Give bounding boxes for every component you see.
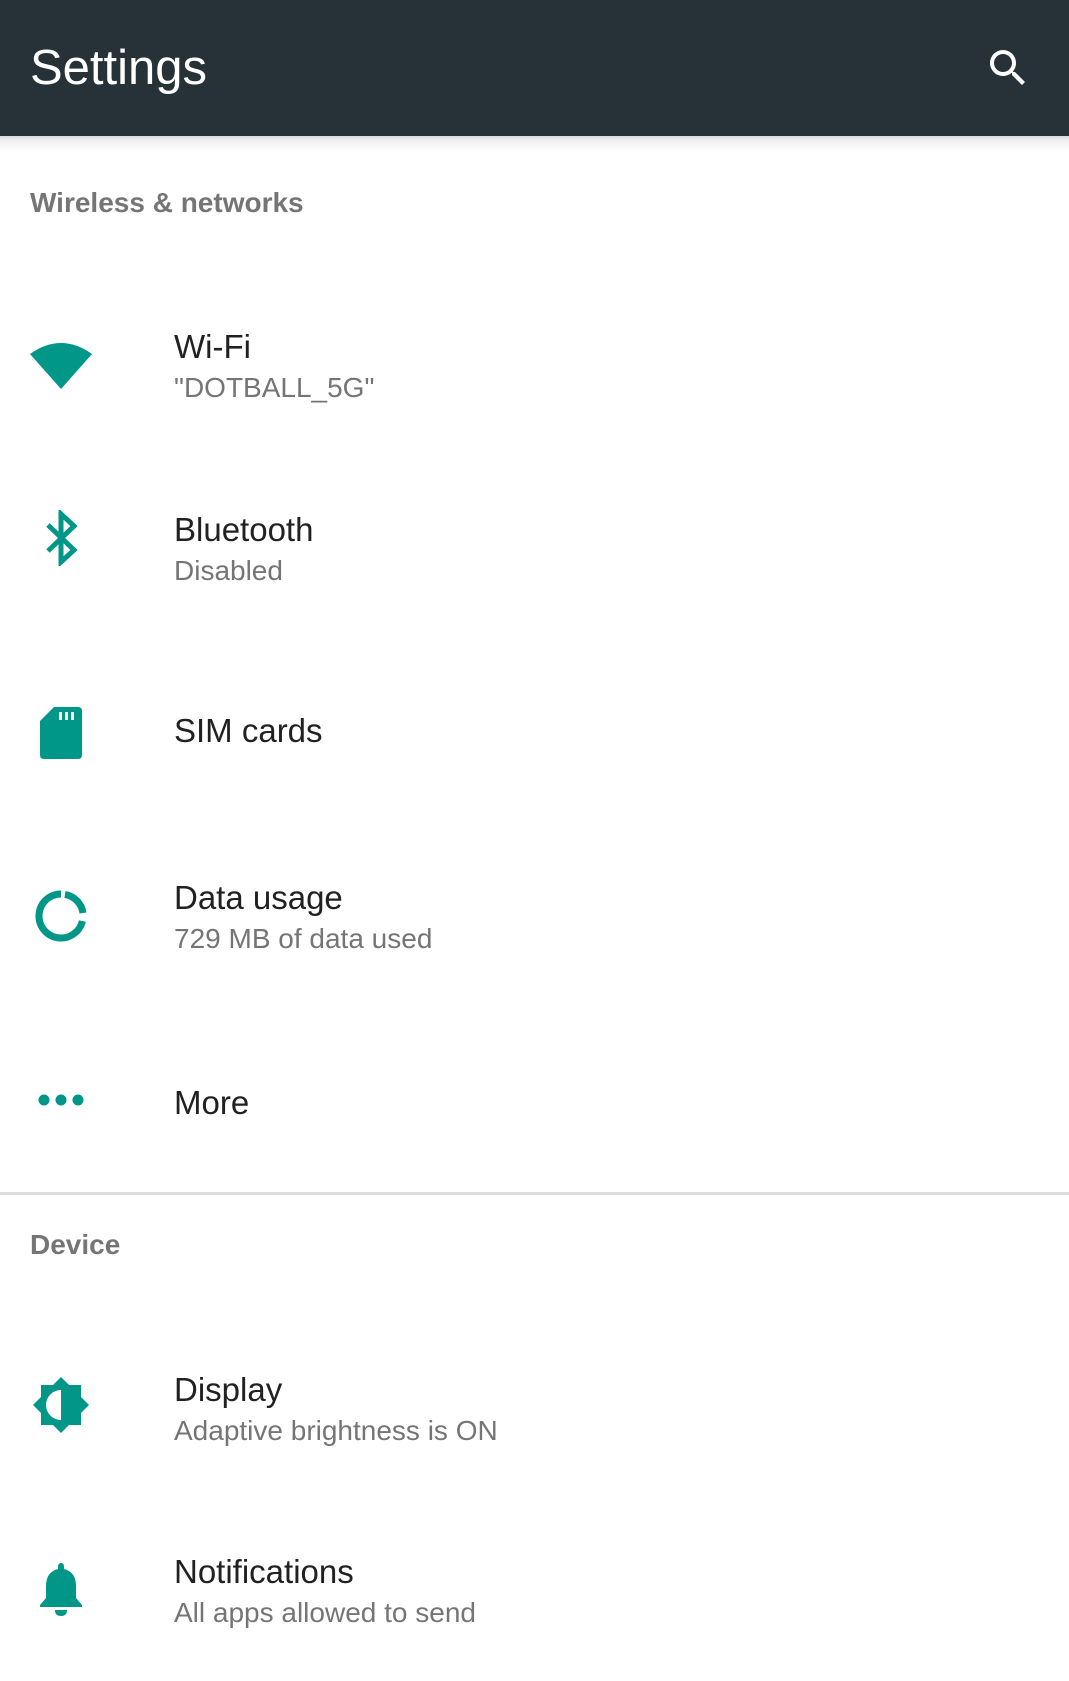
search-icon bbox=[990, 50, 1025, 85]
settings-item-more[interactable]: More bbox=[0, 1010, 1069, 1190]
settings-screen: Settings Wireless & networks Wi-Fi "DOTB… bbox=[0, 0, 1069, 1681]
toolbar-shadow bbox=[0, 136, 1069, 152]
bluetooth-title: Bluetooth bbox=[174, 511, 314, 548]
section-header-device: Device bbox=[30, 1229, 121, 1260]
settings-item-sim-cards[interactable]: SIM cards bbox=[0, 642, 1069, 822]
display-summary: Adaptive brightness is ON bbox=[174, 1415, 498, 1446]
app-toolbar: Settings bbox=[0, 0, 1069, 136]
settings-item-display[interactable]: Display Adaptive brightness is ON bbox=[0, 1318, 1069, 1496]
bluetooth-summary: Disabled bbox=[174, 555, 283, 586]
brightness-icon bbox=[30, 1374, 92, 1436]
wifi-summary: "DOTBALL_5G" bbox=[174, 372, 375, 403]
notifications-title: Notifications bbox=[174, 1553, 354, 1590]
notifications-summary: All apps allowed to send bbox=[174, 1597, 476, 1628]
settings-item-notifications[interactable]: Notifications All apps allowed to send bbox=[0, 1500, 1069, 1681]
settings-item-data-usage[interactable]: Data usage 729 MB of data used bbox=[0, 826, 1069, 1006]
sim-card-icon bbox=[30, 702, 92, 764]
bell-icon bbox=[30, 1558, 92, 1620]
section-header-wireless: Wireless & networks bbox=[30, 187, 304, 218]
display-title: Display bbox=[174, 1371, 283, 1408]
page-title: Settings bbox=[30, 41, 208, 95]
more-title: More bbox=[174, 1084, 250, 1121]
data-usage-title: Data usage bbox=[174, 879, 343, 916]
data-usage-icon bbox=[30, 885, 92, 947]
search-button[interactable] bbox=[970, 30, 1046, 106]
sim-cards-title: SIM cards bbox=[174, 712, 323, 749]
wifi-title: Wi-Fi bbox=[174, 328, 251, 365]
data-usage-summary: 729 MB of data used bbox=[174, 923, 433, 954]
bluetooth-icon bbox=[30, 507, 92, 569]
settings-item-wifi[interactable]: Wi-Fi "DOTBALL_5G" bbox=[0, 275, 1069, 453]
settings-item-bluetooth[interactable]: Bluetooth Disabled bbox=[0, 458, 1069, 636]
wifi-icon bbox=[30, 333, 92, 395]
more-horiz-icon bbox=[30, 1069, 92, 1131]
section-divider bbox=[0, 1192, 1069, 1195]
